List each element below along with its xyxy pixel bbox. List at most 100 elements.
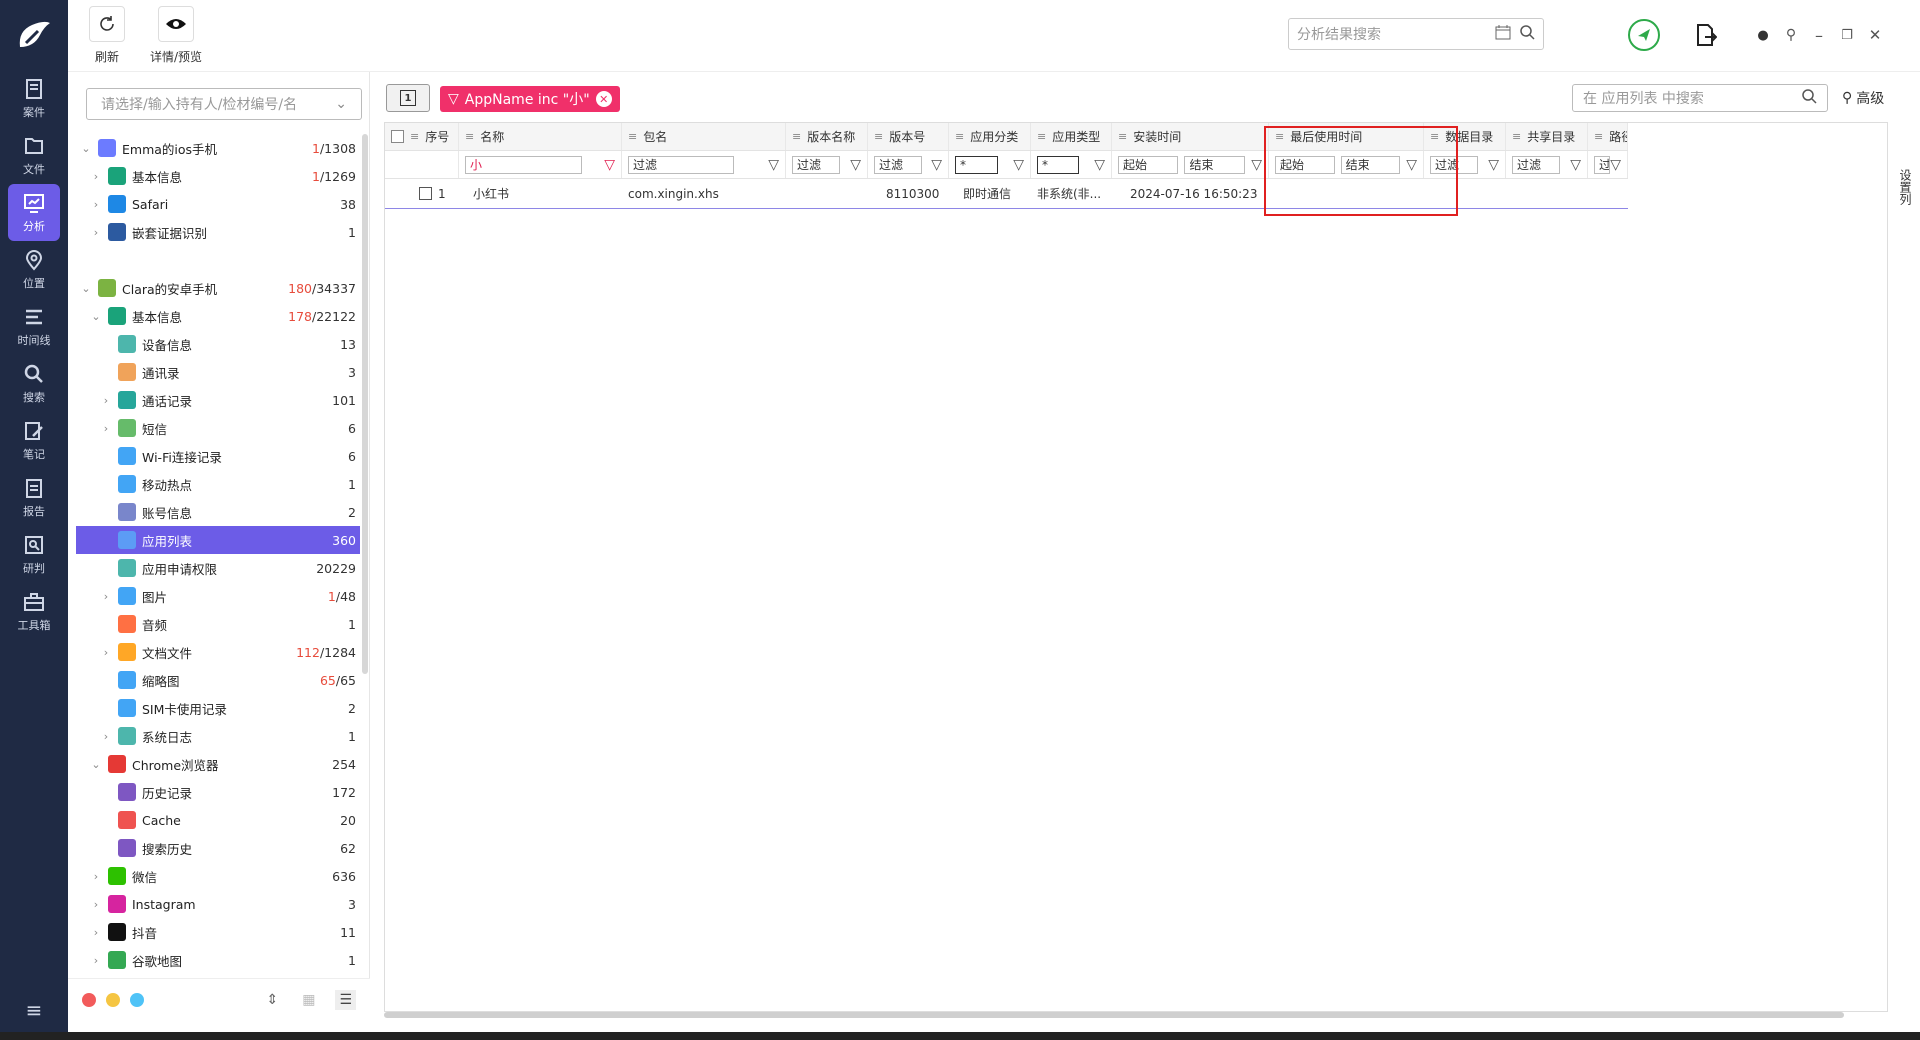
shield-status-icon[interactable]	[1626, 18, 1662, 52]
chevron-right-icon[interactable]: ›	[100, 646, 112, 659]
nav-item-note[interactable]: 笔记	[0, 412, 68, 469]
detail-preview-button[interactable]: 详情/预览	[134, 6, 218, 65]
close-icon[interactable]: ✕	[1864, 18, 1886, 52]
table-horizontal-scrollbar[interactable]	[384, 1012, 1844, 1018]
filter-lastuse-start[interactable]: 起始	[1275, 155, 1335, 174]
pin-icon[interactable]: ⚲	[1780, 18, 1802, 52]
filter-input-category[interactable]: *	[955, 155, 998, 174]
tree-node[interactable]: › 嵌套证据识别 1	[76, 218, 360, 246]
tree-node[interactable]: › 谷歌地图 1	[76, 946, 360, 974]
filter-funnel-icon[interactable]: ▽	[768, 157, 779, 173]
filter-input-path[interactable]: 过滤	[1594, 155, 1611, 174]
column-header-datadir[interactable]: ≡ 数据目录	[1424, 123, 1506, 150]
column-header-pkg[interactable]: ≡ 包名	[622, 123, 786, 150]
select-all-checkbox[interactable]	[391, 130, 404, 143]
tree-node[interactable]: › 通话记录 101	[76, 386, 360, 414]
filter-funnel-icon[interactable]: ▽	[604, 157, 615, 173]
menu-icon[interactable]: ≡	[0, 998, 68, 1022]
nav-item-report[interactable]: 报告	[0, 469, 68, 526]
chevron-right-icon[interactable]: ›	[90, 198, 102, 211]
nav-item-location[interactable]: 位置	[0, 241, 68, 298]
holder-select[interactable]: 请选择/输入持有人/检材编号/名 ⌄	[86, 88, 362, 120]
column-header-type[interactable]: ≡ 应用类型	[1031, 123, 1112, 150]
drag-handle-icon[interactable]: ≡	[874, 130, 883, 143]
drag-handle-icon[interactable]: ≡	[1275, 130, 1284, 143]
calendar-icon[interactable]	[1495, 24, 1511, 44]
drag-handle-icon[interactable]: ≡	[465, 130, 474, 143]
tree-node[interactable]: 应用申请权限 20229	[76, 554, 360, 582]
column-header-lastuse[interactable]: ≡ 最后使用时间	[1269, 123, 1424, 150]
filter-funnel-icon[interactable]: ▽	[931, 157, 942, 173]
filter-input-vername[interactable]: 过滤	[792, 155, 841, 174]
tree-scrollbar[interactable]	[362, 134, 368, 674]
tree-node[interactable]: › 基本信息 1/1269	[76, 162, 360, 190]
list-view-icon[interactable]: ☰	[335, 989, 356, 1010]
filter-install-end[interactable]: 结束	[1184, 155, 1245, 174]
drag-handle-icon[interactable]: ≡	[410, 130, 419, 143]
drag-handle-icon[interactable]: ≡	[1118, 130, 1127, 143]
drag-handle-icon[interactable]: ≡	[628, 130, 637, 143]
tree-node[interactable]: 搜索历史 62	[76, 834, 360, 862]
tree-node[interactable]: › 抖音 11	[76, 918, 360, 946]
chevron-down-icon[interactable]: ⌄	[90, 310, 102, 323]
blue-dot-icon[interactable]	[130, 992, 144, 1007]
restore-icon[interactable]: ❐	[1836, 18, 1858, 52]
filter-funnel-icon[interactable]: ▽	[1488, 157, 1499, 173]
drag-handle-icon[interactable]: ≡	[1037, 130, 1046, 143]
table-row[interactable]: 1 小红书 com.xingin.xhs 8110300 即时通信 非系统(非... 202…	[385, 179, 1628, 209]
tree-node[interactable]: ⌄ Emma的ios手机 1/1308	[76, 134, 360, 162]
tree-node[interactable]: Cache 20	[76, 806, 360, 834]
chevron-right-icon[interactable]: ›	[90, 954, 102, 967]
tree-node[interactable]: ⌄ Clara的安卓手机 180/34337	[76, 274, 360, 302]
tree-node[interactable]: 设备信息 13	[76, 330, 360, 358]
chevron-down-icon[interactable]: ⌄	[80, 142, 92, 155]
chevron-right-icon[interactable]: ›	[90, 226, 102, 239]
nav-item-judge[interactable]: 研判	[0, 526, 68, 583]
chevron-right-icon[interactable]: ›	[100, 394, 112, 407]
analysis-search-input[interactable]: 分析结果搜索	[1288, 18, 1544, 50]
export-icon[interactable]	[1688, 18, 1724, 52]
tree-node[interactable]: › 短信 6	[76, 414, 360, 442]
tree-node[interactable]: › 微信 636	[76, 862, 360, 890]
column-header-install[interactable]: ≡ 安装时间	[1112, 123, 1269, 150]
filter-funnel-icon[interactable]: ▽	[850, 157, 861, 173]
tree-node[interactable]: ⌄ Chrome浏览器 254	[76, 750, 360, 778]
tree-node[interactable]: 音频 1	[76, 610, 360, 638]
filter-input-name[interactable]: 小	[465, 155, 582, 174]
minimize-icon[interactable]: –	[1808, 18, 1830, 52]
tree-node[interactable]: › 文档文件 112/1284	[76, 638, 360, 666]
remove-filter-icon[interactable]: ✕	[595, 91, 612, 107]
tree-node[interactable]: › 系统日志 1	[76, 722, 360, 750]
tree-node[interactable]: Wi-Fi连接记录 6	[76, 442, 360, 470]
search-icon[interactable]	[1519, 24, 1535, 44]
tree-node[interactable]: 应用列表 360	[76, 526, 360, 554]
column-header-name[interactable]: ≡ 名称	[459, 123, 622, 150]
column-header-path[interactable]: ≡ 路径	[1588, 123, 1628, 150]
column-header-category[interactable]: ≡ 应用分类	[949, 123, 1031, 150]
chevron-right-icon[interactable]: ›	[100, 590, 112, 603]
chevron-right-icon[interactable]: ›	[90, 898, 102, 911]
tree-node[interactable]: › Instagram 3	[76, 890, 360, 918]
layer-button[interactable]: 1	[386, 84, 430, 112]
tree-node[interactable]: › Safari 38	[76, 190, 360, 218]
column-header-vername[interactable]: ≡ 版本名称	[786, 123, 868, 150]
filter-funnel-icon[interactable]: ▽	[1251, 157, 1262, 173]
column-header-vercode[interactable]: ≡ 版本号	[868, 123, 949, 150]
collapse-icon[interactable]: ⇕	[266, 992, 278, 1008]
filter-funnel-icon[interactable]: ▽	[1013, 157, 1024, 173]
chevron-down-icon[interactable]: ⌄	[80, 282, 92, 295]
nav-item-case[interactable]: 案件	[0, 70, 68, 127]
nav-item-file[interactable]: 文件	[0, 127, 68, 184]
tree-node[interactable]: 移动热点 1	[76, 470, 360, 498]
drag-handle-icon[interactable]: ≡	[1430, 130, 1439, 143]
drag-handle-icon[interactable]: ≡	[1594, 130, 1603, 143]
tree-node[interactable]: 缩略图 65/65	[76, 666, 360, 694]
chevron-right-icon[interactable]: ›	[90, 170, 102, 183]
filter-install-start[interactable]: 起始	[1118, 155, 1179, 174]
drag-handle-icon[interactable]: ≡	[1512, 130, 1521, 143]
filter-funnel-icon[interactable]: ▽	[1570, 157, 1581, 173]
tree-node[interactable]: ⌄ 基本信息 178/22122	[76, 302, 360, 330]
chevron-right-icon[interactable]: ›	[90, 870, 102, 883]
nav-item-analysis[interactable]: 分析	[8, 184, 60, 241]
red-dot-icon[interactable]	[82, 992, 96, 1007]
